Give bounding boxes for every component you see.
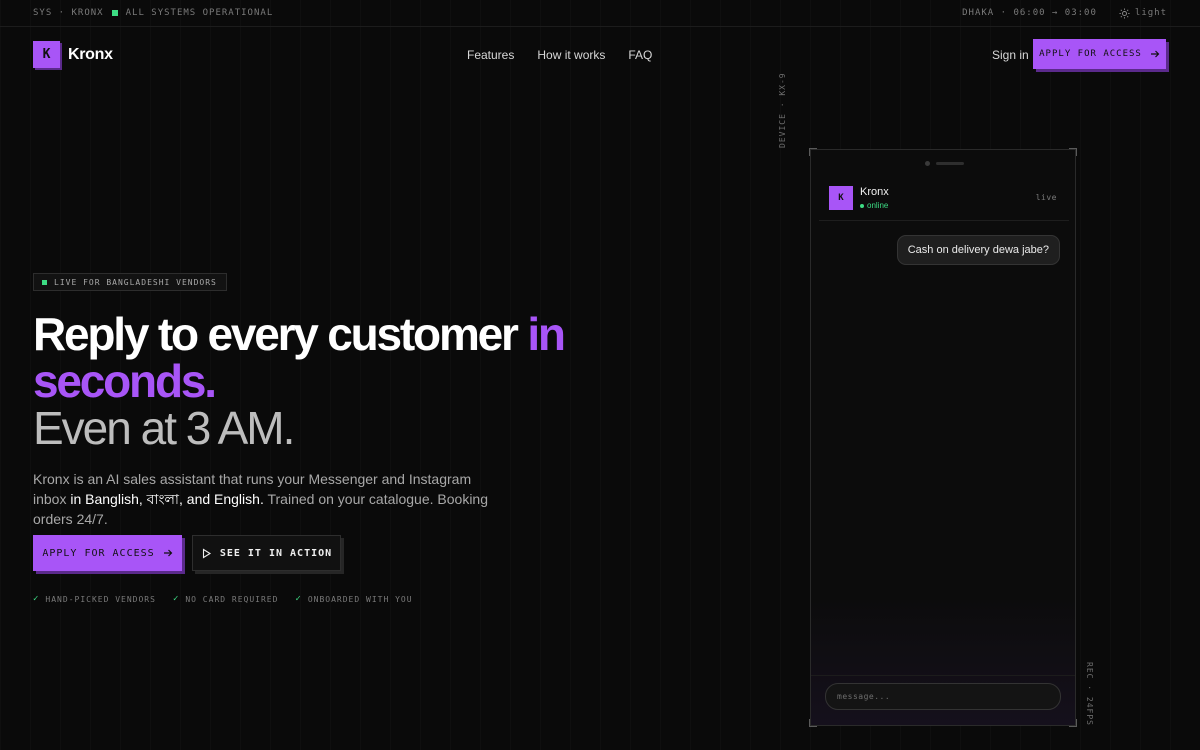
sun-icon [1119,7,1130,19]
description-languages: in Banglish, বাংলা, and English. [70,491,264,507]
headline-secondary: Even at 3 AM. [33,402,295,454]
nav-link-how-it-works[interactable]: How it works [537,48,605,62]
theme-toggle[interactable]: light [1119,7,1167,19]
logo-mark: K [33,41,60,68]
arrow-right-icon [163,549,173,557]
benefit-label: ONBOARDED WITH YOU [307,594,413,604]
corner-bracket [1069,719,1077,727]
nav-links: Features How it works FAQ [467,48,652,62]
corner-bracket [1069,148,1077,156]
phone-mockup: K Kronx online live Cash on delivery dew… [809,148,1077,727]
live-badge: LIVE FOR BANGLADESHI VENDORS [33,273,227,291]
main-navigation: K Kronx Features How it works FAQ Sign i… [0,27,1200,83]
benefit-item: ✓ ONBOARDED WITH YOU [295,594,412,604]
online-dot-icon [860,203,864,208]
live-badge-text: LIVE FOR BANGLADESHI VENDORS [54,277,217,287]
apply-button-label: APPLY FOR ACCESS [42,547,155,559]
chat-header: K Kronx online live [819,174,1069,221]
device-label: DEVICE · KX-9 [778,72,787,148]
status-bar-left: SYS · KRONX ALL SYSTEMS OPERATIONAL [33,8,273,18]
check-icon: ✓ [33,594,40,604]
message-input[interactable]: message... [825,683,1061,710]
theme-toggle-label: light [1134,8,1167,18]
avatar: K [829,186,853,210]
hero-description: Kronx is an AI sales assistant that runs… [33,469,503,529]
system-status-bar: SYS · KRONX ALL SYSTEMS OPERATIONAL DHAK… [0,0,1200,27]
brand-name: Kronx [68,45,113,63]
system-label: SYS · KRONX [33,8,104,18]
system-status-text: ALL SYSTEMS OPERATIONAL [125,8,274,18]
corner-bracket [809,719,817,727]
hero-headline: Reply to every customer in seconds. Even… [33,311,633,452]
status-bar-right: DHAKA · 06:00 → 03:00 light [962,7,1167,19]
composer-divider [811,675,1075,676]
recording-label: REC · 24FPS [1085,662,1094,726]
speaker-grille [936,162,964,165]
benefit-item: ✓ NO CARD REQUIRED [173,594,278,604]
benefit-checks: ✓ HAND-PICKED VENDORS ✓ NO CARD REQUIRED… [33,594,413,604]
timezone-readout: DHAKA · 06:00 → 03:00 [962,8,1097,18]
live-indicator: live [1035,193,1057,202]
apply-for-access-button[interactable]: APPLY FOR ACCESS [33,535,182,571]
live-indicator-icon [42,279,47,285]
arrow-right-icon [1150,50,1160,58]
chat-online-status: online [860,201,888,210]
phone-notch [925,161,964,166]
nav-apply-button[interactable]: APPLY FOR ACCESS [1033,39,1166,69]
nav-link-features[interactable]: Features [467,48,514,62]
play-icon [202,548,211,558]
see-it-in-action-button[interactable]: SEE IT IN ACTION [192,535,341,571]
customer-message-bubble: Cash on delivery dewa jabe? [896,235,1060,265]
camera-icon [925,161,930,166]
chat-contact-name: Kronx [860,186,889,198]
see-it-in-action-label: SEE IT IN ACTION [219,547,333,559]
online-status-label: online [867,201,889,210]
sign-in-link[interactable]: Sign in [992,48,1029,62]
benefit-item: ✓ HAND-PICKED VENDORS [33,594,156,604]
corner-bracket [809,148,817,156]
nav-link-faq[interactable]: FAQ [628,48,652,62]
brand-logo[interactable]: K Kronx [33,41,113,68]
benefit-label: HAND-PICKED VENDORS [45,594,156,604]
headline-main: Reply to every customer [33,308,519,360]
benefit-label: NO CARD REQUIRED [185,594,279,604]
status-indicator-icon [111,10,118,16]
check-icon: ✓ [295,594,302,604]
check-icon: ✓ [172,594,180,604]
nav-apply-label: APPLY FOR ACCESS [1039,49,1142,59]
message-placeholder: message... [837,692,891,701]
